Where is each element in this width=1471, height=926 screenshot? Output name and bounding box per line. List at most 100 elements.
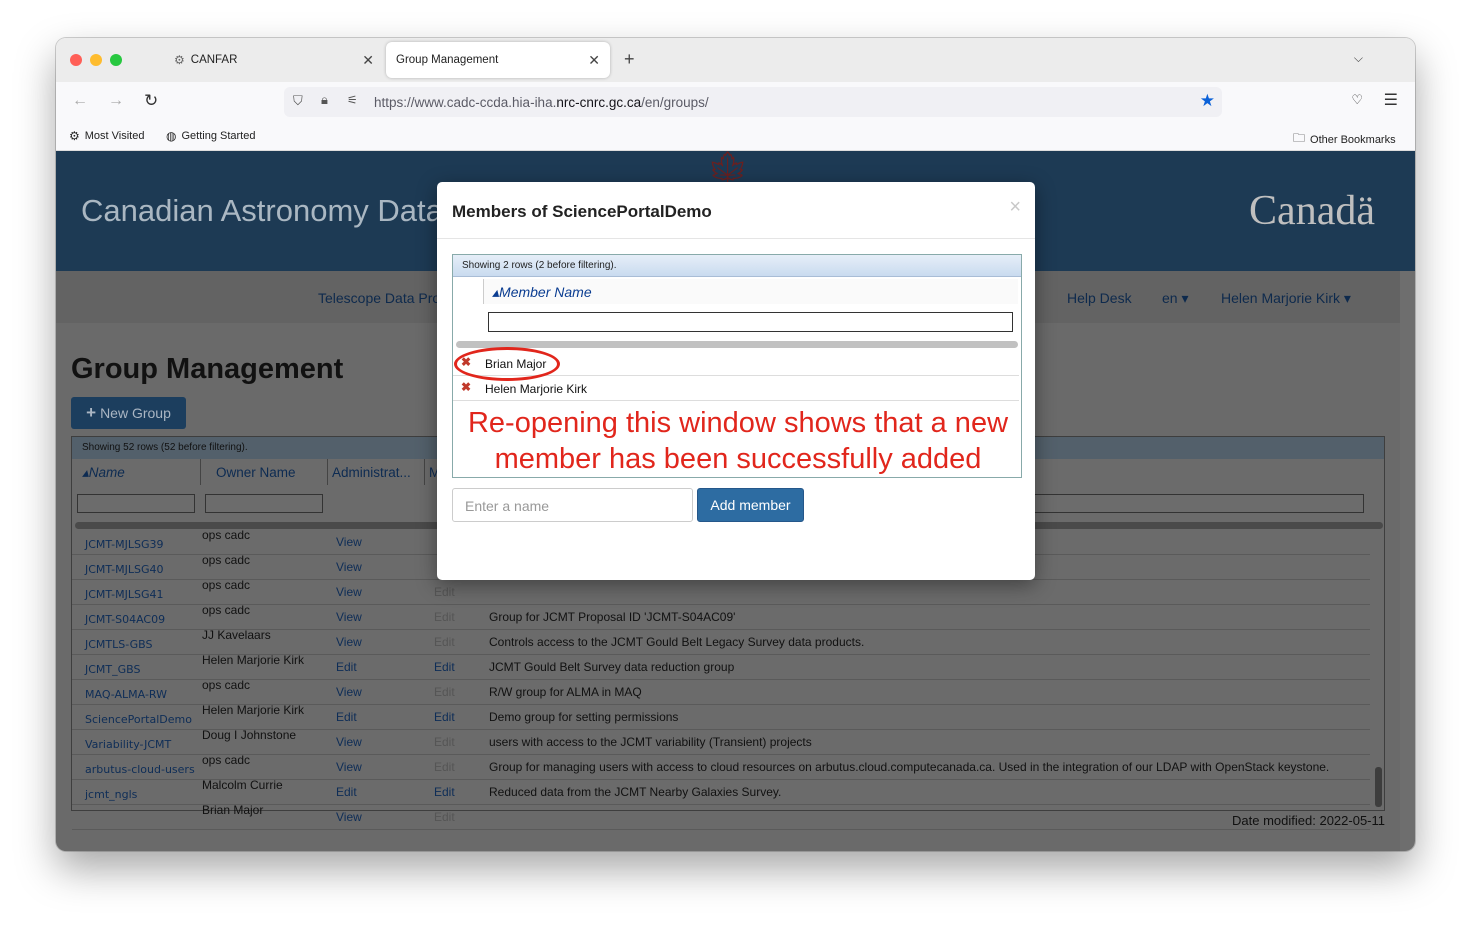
admin-link[interactable]: View: [336, 560, 362, 574]
members-link[interactable]: Edit: [434, 785, 455, 799]
forward-icon[interactable]: →: [108, 92, 124, 110]
group-name-link[interactable]: JCMT-MJLSG39: [85, 538, 163, 551]
tab-canfar[interactable]: ⚙ CANFAR ✕: [156, 42, 384, 78]
members-dialog: Members of SciencePortalDemo × Showing 2…: [437, 182, 1035, 580]
permissions-icon[interactable]: ⚟: [347, 93, 358, 107]
owner-name: ops cadc: [202, 578, 251, 592]
member-filter-input[interactable]: [488, 312, 1013, 332]
group-description: Group for managing users with access to …: [489, 760, 1330, 774]
members-link[interactable]: Edit: [434, 685, 455, 699]
owner-name: ops cadc: [202, 528, 251, 542]
shield-icon[interactable]: ⛉: [293, 93, 303, 109]
bookmark-most-visited[interactable]: ⚙ Most Visited: [69, 129, 144, 143]
admin-link[interactable]: View: [336, 610, 362, 624]
group-name-link[interactable]: JCMTLS-GBS: [85, 638, 152, 651]
members-link[interactable]: Edit: [434, 585, 455, 599]
group-name-link[interactable]: JCMT_GBS: [85, 663, 141, 676]
minimize-window-icon[interactable]: [90, 54, 102, 66]
group-name-link[interactable]: MAQ-ALMA-RW: [85, 688, 167, 701]
members-link[interactable]: Edit: [434, 660, 455, 674]
group-name-link[interactable]: Variability-JCMT: [85, 738, 171, 751]
admin-link[interactable]: View: [336, 810, 362, 824]
canada-wordmark: Canadä: [1249, 188, 1375, 234]
column-header-name[interactable]: ▴Name: [72, 459, 201, 485]
add-member-button[interactable]: Add member: [697, 488, 804, 522]
menu-icon[interactable]: ☰: [1384, 90, 1398, 110]
url-path: /en/groups/: [641, 95, 709, 110]
owner-name: Helen Marjorie Kirk: [202, 653, 305, 667]
owner-name: Helen Marjorie Kirk: [202, 703, 305, 717]
tab-close-icon[interactable]: ✕: [588, 52, 600, 69]
member-name-input[interactable]: Enter a name: [452, 488, 693, 522]
admin-link[interactable]: View: [336, 585, 362, 599]
admin-link[interactable]: View: [336, 535, 362, 549]
tab-favicon-icon: ⚙: [174, 53, 185, 67]
reload-icon[interactable]: ↻: [144, 91, 158, 111]
member-name: Helen Marjorie Kirk: [485, 382, 588, 396]
tab-close-icon[interactable]: ✕: [362, 52, 374, 69]
members-scrollbar[interactable]: [456, 341, 1018, 348]
members-rows-info: Showing 2 rows (2 before filtering).: [453, 255, 1021, 277]
column-header-member-name[interactable]: ▴Member Name: [483, 279, 1018, 304]
url-bar[interactable]: ⛉ 🔒︎ ⚟ https://www.cadc-ccda.hia-iha.nrc…: [284, 87, 1222, 117]
group-name-link[interactable]: JCMT-S04AC09: [85, 613, 165, 626]
menu-help-desk[interactable]: Help Desk: [1067, 290, 1132, 306]
owner-name: JJ Kavelaars: [202, 628, 271, 642]
zoom-window-icon[interactable]: [110, 54, 122, 66]
members-link[interactable]: Edit: [434, 710, 455, 724]
filter-owner-input[interactable]: [205, 494, 323, 513]
bookmark-star-icon[interactable]: ★: [1200, 91, 1215, 111]
tab-list-chevron-icon[interactable]: ⌵: [1354, 51, 1363, 66]
close-window-icon[interactable]: [70, 54, 82, 66]
tab-bar: ⚙ CANFAR ✕ Group Management ✕ + ⌵: [56, 38, 1415, 82]
group-description: R/W group for ALMA in MAQ: [489, 685, 642, 699]
members-link[interactable]: Edit: [434, 760, 455, 774]
table-row: Variability-JCMT Doug I Johnstone View Edit…: [72, 728, 1370, 755]
admin-link[interactable]: Edit: [336, 710, 357, 724]
members-link[interactable]: Edit: [434, 610, 455, 624]
filter-description-input[interactable]: [1027, 494, 1364, 513]
tab-label: CANFAR: [190, 54, 238, 66]
members-link[interactable]: Edit: [434, 735, 455, 749]
admin-link[interactable]: Edit: [336, 660, 357, 674]
owner-name: ops cadc: [202, 603, 251, 617]
highlight-oval: [454, 347, 560, 381]
new-tab-icon[interactable]: +: [624, 49, 635, 70]
members-link[interactable]: Edit: [434, 810, 455, 824]
group-name-link[interactable]: JCMT-MJLSG41: [85, 588, 163, 601]
tab-group-management[interactable]: Group Management ✕: [386, 42, 610, 78]
group-name-link[interactable]: JCMT-MJLSG40: [85, 563, 163, 576]
admin-link[interactable]: View: [336, 635, 362, 649]
new-group-button[interactable]: + New Group: [71, 397, 186, 429]
column-header-admin[interactable]: Administrat...: [328, 459, 425, 485]
vertical-scrollbar[interactable]: [1375, 767, 1382, 807]
remove-member-icon[interactable]: ✖: [461, 380, 471, 394]
admin-link[interactable]: View: [336, 760, 362, 774]
admin-link[interactable]: View: [336, 735, 362, 749]
menu-language[interactable]: en ▾: [1162, 290, 1189, 307]
group-description: Group for JCMT Proposal ID 'JCMT-S04AC09…: [489, 610, 736, 624]
owner-name: Malcolm Currie: [202, 778, 283, 792]
members-link[interactable]: Edit: [434, 635, 455, 649]
menu-user[interactable]: Helen Marjorie Kirk ▾: [1221, 290, 1351, 307]
bookmark-other[interactable]: 🗀 Other Bookmarks: [1293, 129, 1396, 150]
lock-icon[interactable]: 🔒︎: [321, 92, 328, 108]
bookmark-getting-started[interactable]: ◍ Getting Started: [166, 129, 255, 143]
group-description: Demo group for setting permissions: [489, 710, 679, 724]
url-text[interactable]: https://www.cadc-ccda.hia-iha.nrc-cnrc.g…: [374, 95, 709, 110]
pocket-icon[interactable]: ♡: [1351, 92, 1363, 108]
back-icon[interactable]: ←: [72, 92, 88, 110]
menu-telescope-data[interactable]: Telescope Data Pro: [318, 290, 440, 306]
dialog-close-icon[interactable]: ×: [1009, 196, 1021, 219]
group-name-link[interactable]: jcmt_ngls: [85, 788, 137, 801]
site-title[interactable]: Canadian Astronomy Data: [81, 193, 443, 229]
owner-name: ops cadc: [202, 553, 251, 567]
group-name-link[interactable]: SciencePortalDemo: [85, 713, 192, 726]
group-name-link[interactable]: arbutus-cloud-users: [85, 763, 195, 776]
group-description: JCMT Gould Belt Survey data reduction gr…: [489, 660, 735, 674]
table-row: MAQ-ALMA-RW ops cadc View Edit R/W group for…: [72, 678, 1370, 705]
column-header-owner[interactable]: Owner Name: [201, 459, 328, 485]
filter-name-input[interactable]: [77, 494, 195, 513]
admin-link[interactable]: Edit: [336, 785, 357, 799]
admin-link[interactable]: View: [336, 685, 362, 699]
